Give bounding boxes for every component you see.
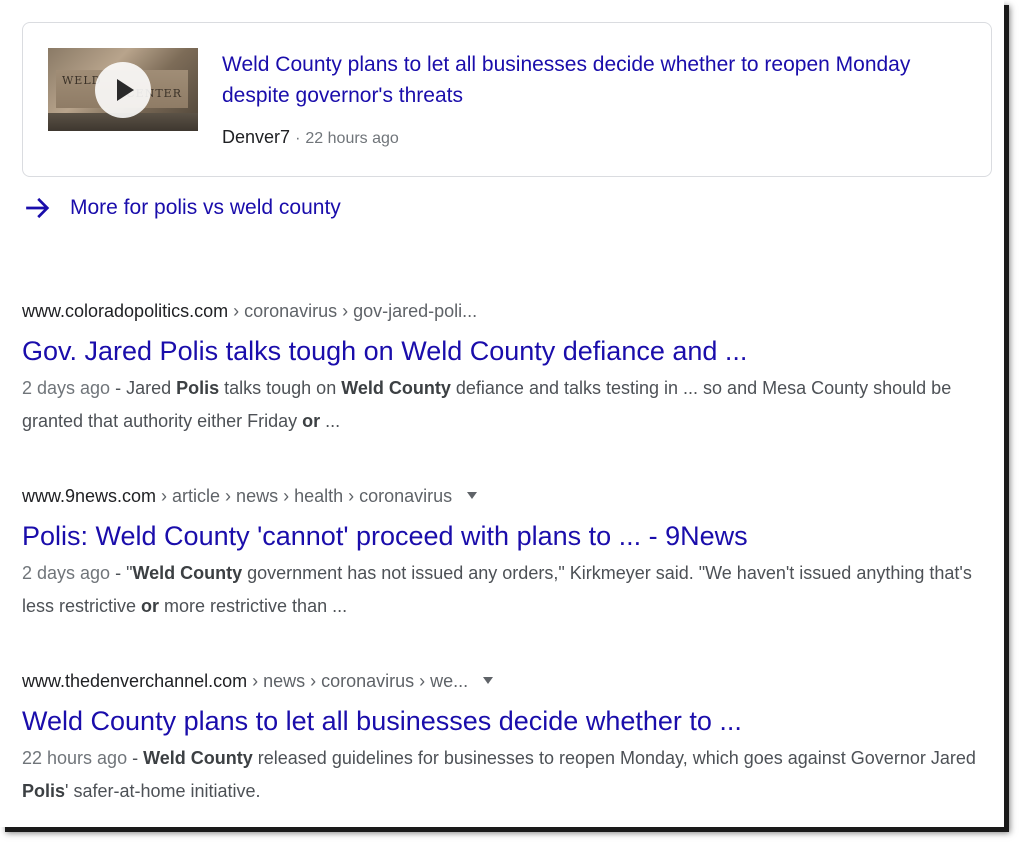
search-result: www.coloradopolitics.com › coronavirus ›… — [22, 299, 982, 438]
result-snippet: 2 days ago - Jared Polis talks tough on … — [22, 378, 952, 431]
snippet-text: ' safer-at-home initiative. — [65, 781, 261, 801]
snippet-text: released guidelines for businesses to re… — [252, 748, 976, 768]
snippet-text: Jared — [126, 378, 177, 398]
top-story-time: 22 hours ago — [305, 130, 399, 147]
result-breadcrumb[interactable]: www.thedenverchannel.com › news › corona… — [22, 669, 982, 693]
snippet-keyword: Polis — [22, 781, 66, 801]
search-result: www.thedenverchannel.com › news › corona… — [22, 669, 982, 808]
more-results-label[interactable]: More for polis vs weld county — [70, 196, 341, 220]
result-date: 2 days ago — [22, 563, 111, 583]
snippet-keyword: Weld County — [143, 748, 253, 768]
result-path: › news › coronavirus › we... — [247, 671, 469, 691]
snippet-keyword: Weld County — [132, 563, 243, 583]
result-title[interactable]: Weld County plans to let all businesses … — [22, 703, 982, 739]
result-path: › coronavirus › gov-jared-poli... — [228, 301, 478, 321]
result-snippet: 22 hours ago - Weld County released guid… — [22, 748, 976, 801]
top-story-source: Denver7 — [222, 127, 291, 147]
snippet-keyword: Weld County — [341, 378, 451, 398]
result-path: › article › news › health › coronavirus — [156, 486, 453, 506]
snippet-text: more restrictive than ... — [159, 596, 348, 616]
snippet-text: ... — [320, 411, 341, 431]
arrow-right-icon — [26, 197, 50, 219]
result-date: 2 days ago — [22, 378, 111, 398]
play-icon[interactable] — [95, 62, 151, 118]
result-breadcrumb[interactable]: www.9news.com › article › news › health … — [22, 484, 982, 508]
result-title[interactable]: Polis: Weld County 'cannot' proceed with… — [22, 518, 982, 554]
more-results-link[interactable]: More for polis vs weld county — [24, 194, 341, 222]
snippet-text: talks tough on — [219, 378, 342, 398]
snippet-keyword: Polis — [176, 378, 220, 398]
top-story-meta: Denver7 · 22 hours ago — [222, 127, 399, 148]
result-domain: www.coloradopolitics.com — [22, 301, 229, 321]
video-thumbnail[interactable]: WELD CENTER — [48, 48, 198, 131]
result-breadcrumb[interactable]: www.coloradopolitics.com › coronavirus ›… — [22, 299, 982, 323]
result-snippet: 2 days ago - "Weld County government has… — [22, 563, 972, 616]
search-result: www.9news.com › article › news › health … — [22, 484, 982, 623]
search-results-panel: WELD CENTER Weld County plans to let all… — [0, 0, 1004, 827]
top-story-title[interactable]: Weld County plans to let all businesses … — [222, 49, 962, 111]
result-date: 22 hours ago — [22, 748, 128, 768]
meta-separator: · — [295, 130, 301, 147]
result-domain: www.9news.com — [22, 486, 157, 506]
snippet-keyword: or — [302, 411, 321, 431]
top-story-card[interactable]: WELD CENTER Weld County plans to let all… — [22, 22, 992, 177]
result-domain: www.thedenverchannel.com — [22, 671, 248, 691]
result-title[interactable]: Gov. Jared Polis talks tough on Weld Cou… — [22, 333, 982, 369]
chevron-down-icon[interactable] — [483, 677, 494, 684]
snippet-keyword: or — [141, 596, 160, 616]
chevron-down-icon[interactable] — [467, 492, 478, 499]
